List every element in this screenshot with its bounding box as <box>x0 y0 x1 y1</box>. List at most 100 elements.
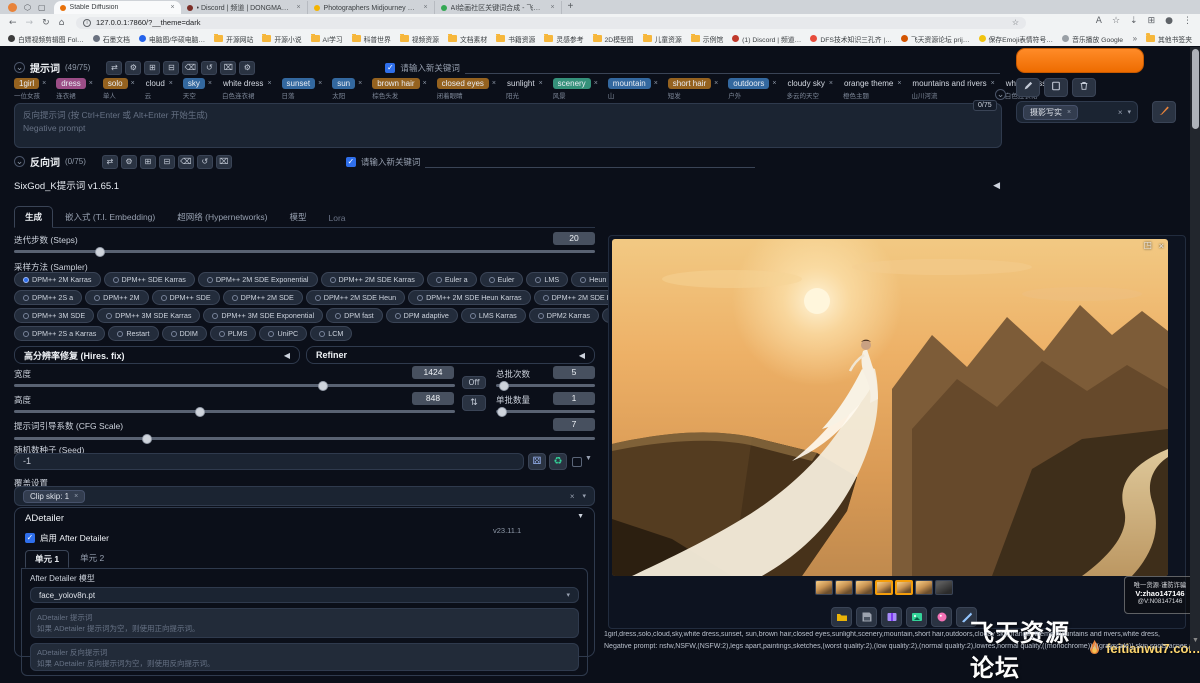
gallery-thumbnail[interactable] <box>895 580 913 595</box>
save-zip-button[interactable] <box>881 607 902 627</box>
clear-all-icon[interactable]: × <box>1118 108 1123 117</box>
browser-tab[interactable]: Stable Diffusion × <box>54 1 181 14</box>
sampler-option[interactable]: DPM++ 3M SDE Karras <box>97 308 200 323</box>
bookmark-item[interactable]: (1) Discord | 频道… <box>732 34 801 44</box>
batch-count-slider[interactable] <box>496 384 595 387</box>
enable-adetailer-checkbox[interactable]: ✓ <box>25 533 35 543</box>
tag-remove-icon[interactable]: × <box>829 80 833 87</box>
prompt-tag[interactable]: short hair × 短发 <box>668 78 718 100</box>
tag-chip[interactable]: cloudy sky <box>786 78 825 89</box>
sampler-option[interactable]: DPM++ 2S a <box>14 290 82 305</box>
tag-chip[interactable]: 1girl <box>14 78 39 89</box>
slider-thumb[interactable] <box>499 381 509 391</box>
tag-remove-icon[interactable]: × <box>267 80 271 87</box>
browser-action-icon[interactable]: ☆ <box>1112 16 1120 26</box>
other-bookmarks[interactable]: 其他书签夹 <box>1146 34 1192 44</box>
sampler-option[interactable]: Euler a <box>427 272 477 287</box>
sampler-option[interactable]: DPM++ 2M SDE Exponential <box>198 272 318 287</box>
tag-chip[interactable]: dress <box>56 78 86 89</box>
sampler-option[interactable]: DPM++ SDE <box>152 290 220 305</box>
chip-remove-icon[interactable]: × <box>74 493 78 500</box>
tag-remove-icon[interactable]: × <box>89 80 93 87</box>
tag-chip[interactable]: sunset <box>282 78 316 89</box>
browser-action-icon[interactable]: A <box>1096 16 1102 26</box>
tag-remove-icon[interactable]: × <box>208 80 212 87</box>
auto-translate-checkbox[interactable]: ✓ <box>346 157 356 167</box>
tag-chip[interactable]: sun <box>332 78 355 89</box>
reuse-seed-recycle-button[interactable]: ♻ <box>549 453 567 470</box>
tag-remove-icon[interactable]: × <box>594 80 598 87</box>
prompt-tag[interactable]: mountains and rivers × 山川河流 <box>911 78 994 100</box>
keyword-input[interactable] <box>465 61 1000 74</box>
hires-fix-accordion[interactable]: 高分辨率修复 (Hires. fix) ◀ <box>14 346 300 364</box>
auto-translate-checkbox[interactable]: ✓ <box>385 63 395 73</box>
tag-remove-icon[interactable]: × <box>897 80 901 87</box>
prompt-tag[interactable]: cloudy sky × 多云的天空 <box>786 78 832 100</box>
slider-thumb[interactable] <box>195 407 205 417</box>
sampler-option[interactable]: DPM2 Karras <box>529 308 599 323</box>
gallery-thumbnail[interactable] <box>855 580 873 595</box>
sampler-option[interactable]: DPM++ 2M Karras <box>14 272 101 287</box>
tag-chip[interactable]: outdoors <box>728 78 769 89</box>
tag-remove-icon[interactable]: × <box>318 80 322 87</box>
style-chip[interactable]: 摄影写实 × <box>1023 105 1078 120</box>
sampler-option[interactable]: DPM++ 2M SDE Karras <box>321 272 424 287</box>
prompt-tag[interactable]: outdoors × 户外 <box>728 78 776 100</box>
fullscreen-icon[interactable]: ◳ <box>1143 241 1152 251</box>
tag-chip[interactable]: white dress <box>222 78 264 89</box>
apply-style-button[interactable] <box>1152 101 1176 123</box>
bookmark-item[interactable]: 保存Emoji表情符号… <box>979 34 1054 44</box>
browser-action-icon[interactable]: ⋮ <box>1183 16 1192 26</box>
adetailer-model-dropdown[interactable]: face_yolov8n.pt ▾ <box>30 587 579 603</box>
gallery-thumbnail[interactable] <box>875 580 893 595</box>
address-bar[interactable]: i 127.0.0.1:7860/?__theme=dark ☆ <box>76 17 1026 29</box>
sampler-option[interactable]: UniPC <box>259 326 307 341</box>
negative-tool-icon[interactable]: ⚙ <box>121 155 137 169</box>
steps-value[interactable]: 20 <box>553 232 595 245</box>
cfg-slider[interactable] <box>14 437 595 440</box>
tag-remove-icon[interactable]: × <box>358 80 362 87</box>
browser-action-icon[interactable]: ⊞ <box>1148 16 1156 26</box>
extra-seed-checkbox[interactable] <box>572 457 582 467</box>
prompt-tag[interactable]: sunset × 日落 <box>282 78 323 100</box>
tag-remove-icon[interactable]: × <box>654 80 658 87</box>
back-icon[interactable]: ← <box>9 18 17 28</box>
bookmark-item[interactable]: 灵感参考 <box>544 34 583 44</box>
save-image-button[interactable] <box>856 607 877 627</box>
tab-close-icon[interactable]: × <box>550 4 554 11</box>
prompt-tag[interactable]: white dress × 白色连衣裙 <box>222 78 272 100</box>
batch-size-slider[interactable] <box>496 410 595 413</box>
generation-tab[interactable]: 生成 <box>14 206 53 228</box>
batch-count-value[interactable]: 5 <box>553 366 595 379</box>
tag-remove-icon[interactable]: × <box>772 80 776 87</box>
send-to-inpaint-button[interactable] <box>931 607 952 627</box>
negative-prompt-textarea[interactable]: 反向提示词 (按 Ctrl+Enter 或 Alt+Enter 开始生成) Ne… <box>14 103 1002 148</box>
prompt-tool-icon[interactable]: ⚙ <box>239 61 255 75</box>
tag-remove-icon[interactable]: × <box>42 80 46 87</box>
sampler-option[interactable]: Euler <box>480 272 524 287</box>
browser-tab[interactable]: • Discord | 频道 | DONGMAN… × <box>181 1 308 14</box>
negative-tool-icon[interactable]: ⌫ <box>178 155 194 169</box>
keyword-input[interactable] <box>425 155 755 168</box>
gallery-thumbnail[interactable] <box>835 580 853 595</box>
site-info-icon[interactable]: i <box>83 19 91 27</box>
prompt-tool-icon[interactable]: ⚙ <box>125 61 141 75</box>
prompt-tag[interactable]: 1girl × 一位女孩 <box>14 78 46 100</box>
sampler-option[interactable]: DPM++ 2M SDE Heun <box>306 290 405 305</box>
tag-chip[interactable]: closed eyes <box>437 78 489 89</box>
seed-input[interactable]: -1 <box>14 453 524 470</box>
tag-chip[interactable]: solo <box>103 78 128 89</box>
gallery-thumbnail[interactable] <box>815 580 833 595</box>
scroll-down-arrow-icon[interactable]: ▼ <box>1192 637 1199 644</box>
styles-dropdown[interactable]: 摄影写实 × × ▾ <box>1016 101 1138 123</box>
refiner-accordion[interactable]: Refiner ◀ <box>306 346 595 364</box>
height-value[interactable]: 848 <box>412 392 454 405</box>
open-folder-button[interactable] <box>831 607 852 627</box>
sampler-option[interactable]: DPM adaptive <box>386 308 458 323</box>
steps-slider[interactable] <box>14 250 595 253</box>
page-scrollbar[interactable]: ▼ <box>1190 47 1200 651</box>
bookmarks-overflow-icon[interactable]: » <box>1133 34 1137 43</box>
browser-action-icon[interactable]: ● <box>1165 16 1173 26</box>
sampler-option[interactable]: DDIM <box>162 326 207 341</box>
home-icon[interactable]: ⌂ <box>59 18 65 28</box>
